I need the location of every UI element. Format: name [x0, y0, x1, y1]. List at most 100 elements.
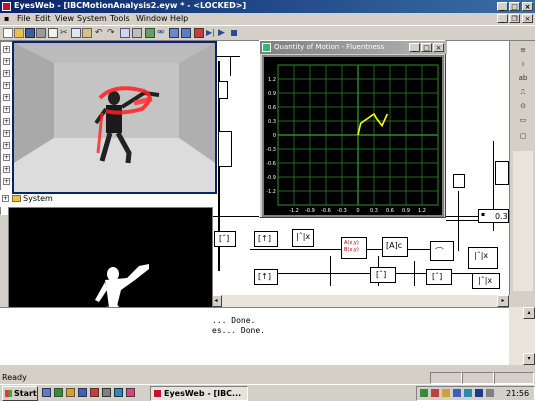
menu-tools[interactable]: Tools — [110, 14, 130, 23]
tree-expand-icon[interactable]: + — [3, 142, 10, 149]
doc-restore-button[interactable]: ❐ — [509, 14, 520, 23]
tree-expand-icon[interactable]: + — [3, 106, 10, 113]
tree-expand-icon[interactable]: + — [3, 154, 10, 161]
quicklaunch-icon[interactable] — [102, 388, 111, 397]
palette-item-icon[interactable]: ▢ — [518, 131, 528, 141]
menu-help[interactable]: Help — [170, 14, 188, 23]
scroll-up-arrow-icon[interactable]: ▴ — [523, 307, 535, 319]
tree-expand-icon[interactable]: + — [3, 118, 10, 125]
tray-icon[interactable] — [420, 389, 428, 397]
subpatch-icon[interactable] — [169, 28, 179, 38]
app-icon[interactable] — [2, 2, 11, 11]
tree-expand-icon[interactable]: + — [3, 178, 10, 185]
palette-item-icon[interactable]: ı — [518, 59, 528, 69]
layout-icon[interactable] — [181, 28, 191, 38]
connect-icon[interactable]: ⚮ — [157, 28, 167, 38]
quicklaunch-icon[interactable] — [114, 388, 123, 397]
quicklaunch-icon[interactable] — [66, 388, 75, 397]
tree-expand-icon[interactable]: + — [3, 166, 10, 173]
block-node[interactable] — [218, 81, 228, 99]
output-log-panel[interactable]: ... Done. es... Done. — [0, 307, 509, 365]
qom-title-bar[interactable]: Quantity of Motion - Fluentness _ □ × — [260, 41, 447, 54]
print-icon[interactable] — [48, 28, 58, 38]
open-icon[interactable] — [14, 28, 24, 38]
block-node[interactable] — [453, 174, 465, 188]
block-node[interactable]: |ˆ|x — [468, 247, 498, 269]
palette-item-icon[interactable]: ab — [518, 73, 528, 83]
step-icon[interactable]: ▶| — [206, 28, 216, 38]
palette-item-icon[interactable]: ≡ — [518, 45, 528, 55]
block-icon[interactable] — [145, 28, 155, 38]
block-node[interactable] — [218, 131, 232, 167]
tree-expand-icon[interactable]: + — [2, 195, 9, 202]
chart-window-icon[interactable] — [262, 43, 271, 52]
palette-scrollbar[interactable] — [513, 151, 533, 291]
menu-system[interactable]: System — [77, 14, 107, 23]
undo-icon[interactable]: ↶ — [95, 28, 105, 38]
quicklaunch-icon[interactable] — [126, 388, 135, 397]
redo-icon[interactable]: ↷ — [107, 28, 117, 38]
block-node[interactable]: ⌒ — [430, 241, 454, 261]
main-title-bar[interactable]: EyesWeb - [IBCMotionAnalysis2.eyw * - <L… — [0, 0, 535, 13]
block-node[interactable]: [↑] — [254, 269, 278, 285]
new-icon[interactable] — [3, 28, 13, 38]
maximize-button[interactable]: □ — [509, 2, 520, 11]
video-input-window[interactable] — [12, 41, 217, 194]
copy-icon[interactable] — [71, 28, 81, 38]
tray-icon[interactable] — [486, 389, 494, 397]
block-node[interactable]: |ˆ|x — [292, 229, 314, 247]
tray-icon[interactable] — [464, 389, 472, 397]
palette-item-icon[interactable]: ⊙ — [518, 101, 528, 111]
block-node[interactable]: [↑] — [254, 231, 278, 247]
palette-item-icon[interactable]: ⎍ — [518, 87, 528, 97]
menu-window[interactable]: Window — [136, 14, 168, 23]
block-node[interactable]: [A]c — [382, 237, 408, 257]
tree-expand-icon[interactable]: + — [3, 70, 10, 77]
quicklaunch-icon[interactable] — [78, 388, 87, 397]
tree-expand-icon[interactable]: + — [3, 130, 10, 137]
doc-close-button[interactable]: × — [522, 14, 533, 23]
qom-minimize-button[interactable]: _ — [409, 43, 420, 52]
scroll-down-arrow-icon[interactable]: ▾ — [523, 353, 535, 365]
output-vertical-scrollbar[interactable]: ▴ ▾ — [509, 307, 535, 365]
tray-icon[interactable] — [431, 389, 439, 397]
palette-item-icon[interactable]: ▭ — [518, 115, 528, 125]
run-icon[interactable]: ▶ — [218, 28, 228, 38]
tree-expand-icon[interactable]: + — [3, 46, 10, 53]
block-node[interactable]: [ˆ] — [214, 231, 236, 247]
qom-maximize-button[interactable]: □ — [421, 43, 432, 52]
taskbar-app-button[interactable]: EyesWeb - [IBC... — [150, 386, 248, 401]
menu-view[interactable]: View — [55, 14, 74, 23]
save-all-icon[interactable] — [36, 28, 46, 38]
tray-icon[interactable] — [453, 389, 461, 397]
block-node[interactable]: |ˆ|x — [472, 273, 500, 289]
block-node[interactable] — [495, 161, 509, 185]
canvas-horizontal-scrollbar[interactable]: ◂ ▸ — [210, 295, 509, 307]
lock-icon[interactable] — [194, 28, 204, 38]
properties-icon[interactable] — [132, 28, 142, 38]
menu-edit[interactable]: Edit — [35, 14, 51, 23]
block-node[interactable]: A(x,y) B(x,y) — [341, 237, 367, 259]
qom-chart-window[interactable]: Quantity of Motion - Fluentness _ □ × -1… — [259, 40, 447, 218]
quicklaunch-icon[interactable] — [90, 388, 99, 397]
quicklaunch-icon[interactable] — [54, 388, 63, 397]
start-button[interactable]: Start — [2, 386, 38, 401]
tray-icon[interactable] — [442, 389, 450, 397]
scroll-right-arrow-icon[interactable]: ▸ — [497, 295, 509, 307]
menu-file[interactable]: File — [17, 14, 30, 23]
block-node[interactable]: [ˆ] — [426, 269, 452, 285]
stop-icon[interactable] — [229, 28, 239, 38]
save-icon[interactable] — [25, 28, 35, 38]
tree-expand-icon[interactable]: + — [3, 58, 10, 65]
tray-icon[interactable] — [475, 389, 483, 397]
mdi-icon[interactable]: ▪ — [4, 14, 9, 23]
minimize-button[interactable]: _ — [497, 2, 508, 11]
paste-icon[interactable] — [82, 28, 92, 38]
tree-expand-icon[interactable]: + — [3, 82, 10, 89]
quicklaunch-icon[interactable] — [42, 388, 51, 397]
tree-expand-icon[interactable]: + — [3, 94, 10, 101]
cut-icon[interactable]: ✂ — [60, 28, 70, 38]
close-button[interactable]: × — [522, 2, 533, 11]
qom-close-button[interactable]: × — [433, 43, 444, 52]
find-icon[interactable] — [120, 28, 130, 38]
